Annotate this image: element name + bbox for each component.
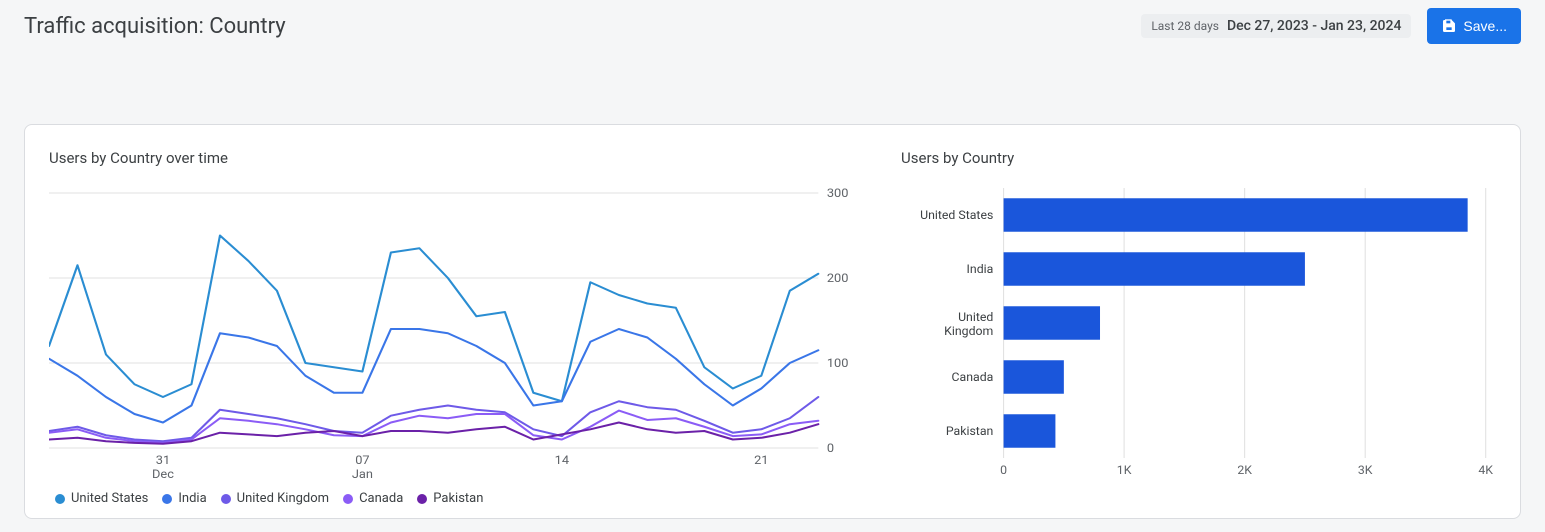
svg-text:21: 21 xyxy=(754,453,768,467)
legend-item[interactable]: United Kingdom xyxy=(221,491,329,506)
svg-text:United: United xyxy=(958,310,993,324)
svg-text:200: 200 xyxy=(827,271,849,285)
legend-label: Canada xyxy=(359,491,403,506)
line-chart-panel: Users by Country over time 0 100 200 300 31D… xyxy=(49,149,861,506)
page-header: Traffic acquisition: Country Last 28 day… xyxy=(0,0,1545,52)
date-range-value: Dec 27, 2023 - Jan 23, 2024 xyxy=(1227,18,1401,34)
line-chart-legend: United States India United Kingdom Canada Pa… xyxy=(49,491,861,506)
save-icon xyxy=(1441,18,1457,34)
legend-swatch xyxy=(343,494,353,504)
legend-item[interactable]: United States xyxy=(55,491,148,506)
svg-text:Canada: Canada xyxy=(952,370,994,384)
svg-text:United States: United States xyxy=(920,208,993,222)
svg-text:Kingdom: Kingdom xyxy=(944,324,993,338)
legend-item[interactable]: India xyxy=(162,491,206,506)
svg-text:31: 31 xyxy=(156,453,170,467)
svg-text:Jan: Jan xyxy=(352,467,373,481)
svg-text:300: 300 xyxy=(827,186,849,200)
svg-text:1K: 1K xyxy=(1117,463,1132,477)
save-button-label: Save... xyxy=(1463,18,1507,34)
svg-text:07: 07 xyxy=(355,453,369,467)
save-button[interactable]: Save... xyxy=(1427,8,1521,44)
page-title: Traffic acquisition: Country xyxy=(24,14,286,39)
legend-label: United States xyxy=(71,491,148,506)
svg-text:100: 100 xyxy=(827,356,849,370)
svg-text:4K: 4K xyxy=(1478,463,1493,477)
legend-swatch xyxy=(162,494,172,504)
header-controls: Last 28 days Dec 27, 2023 - Jan 23, 2024… xyxy=(1141,8,1521,44)
svg-text:0: 0 xyxy=(1000,463,1007,477)
bar-chart-title: Users by Country xyxy=(901,149,1496,167)
svg-text:2K: 2K xyxy=(1237,463,1252,477)
svg-text:0: 0 xyxy=(827,441,834,455)
line-chart-title: Users by Country over time xyxy=(49,149,861,167)
legend-swatch xyxy=(55,494,65,504)
svg-text:Pakistan: Pakistan xyxy=(946,424,993,438)
date-range-label: Last 28 days xyxy=(1151,19,1219,33)
date-range-picker[interactable]: Last 28 days Dec 27, 2023 - Jan 23, 2024 xyxy=(1141,14,1411,38)
legend-item[interactable]: Canada xyxy=(343,491,403,506)
legend-swatch xyxy=(417,494,427,504)
svg-text:14: 14 xyxy=(555,453,569,467)
svg-text:3K: 3K xyxy=(1358,463,1373,477)
svg-text:India: India xyxy=(967,262,994,276)
bar-chart: 0 1K 2K 3K 4K United States India UnitedKingdom… xyxy=(901,183,1496,483)
legend-label: United Kingdom xyxy=(237,491,329,506)
report-card: Users by Country over time 0 100 200 300 31D… xyxy=(24,124,1521,519)
line-chart: 0 100 200 300 31Dec 07Jan 14 21 xyxy=(49,183,861,483)
legend-item[interactable]: Pakistan xyxy=(417,491,483,506)
legend-label: Pakistan xyxy=(433,491,483,506)
bar-chart-panel: Users by Country 0 1K 2K 3K 4K United States I… xyxy=(901,149,1496,506)
legend-swatch xyxy=(221,494,231,504)
svg-text:Dec: Dec xyxy=(152,467,174,481)
legend-label: India xyxy=(178,491,206,506)
